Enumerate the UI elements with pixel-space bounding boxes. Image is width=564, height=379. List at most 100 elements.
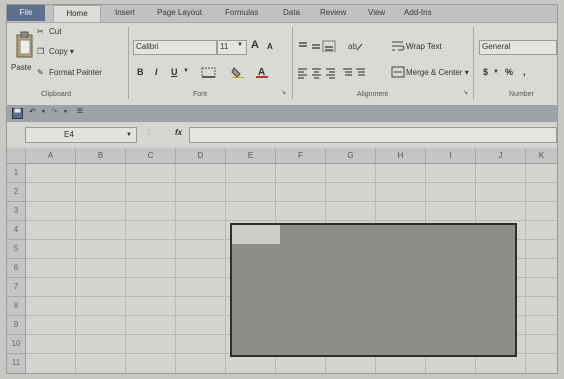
vertical-align-icons[interactable]: [297, 40, 337, 52]
row-header[interactable]: 8: [7, 297, 25, 316]
alignment-group-label: Alignment: [357, 91, 389, 98]
comma-format-button[interactable]: ,: [523, 67, 526, 77]
column-header[interactable]: C: [126, 148, 176, 163]
row-header-bar: 1 2 3 4 5 6 7 8 9 10 11: [7, 164, 26, 373]
format-painter-button[interactable]: Format Painter: [49, 68, 102, 77]
gridline: [26, 201, 557, 202]
font-name-dropdown[interactable]: Calibri: [133, 40, 217, 55]
font-size-dropdown[interactable]: 11 ▼: [217, 40, 247, 55]
quick-access-toolbar: ↶ ▼ ↷ ▼ ≡: [7, 105, 557, 122]
column-header[interactable]: D: [176, 148, 226, 163]
gridline: [175, 164, 176, 373]
column-header[interactable]: E: [226, 148, 276, 163]
chevron-down-icon[interactable]: ▼: [63, 109, 68, 115]
orientation-icon[interactable]: ab: [347, 40, 363, 52]
grow-font-button[interactable]: A: [251, 39, 259, 51]
excel-window: File Home Insert Page Layout Formulas Da…: [6, 4, 558, 374]
currency-format-button[interactable]: $: [483, 67, 488, 77]
row-header[interactable]: 5: [7, 240, 25, 259]
alignment-dialog-launcher-icon[interactable]: ↘: [463, 89, 468, 96]
number-format-dropdown[interactable]: General: [479, 40, 557, 55]
row-header[interactable]: 1: [7, 164, 25, 183]
chevron-down-icon[interactable]: ▼: [493, 69, 499, 75]
tab-page-layout[interactable]: Page Layout: [157, 8, 202, 17]
copy-button[interactable]: Copy ▾: [49, 47, 74, 56]
name-box[interactable]: E4 ▼: [25, 127, 137, 143]
row-header[interactable]: 10: [7, 335, 25, 354]
save-icon[interactable]: [12, 108, 23, 119]
italic-button[interactable]: I: [155, 67, 158, 77]
row-header[interactable]: 2: [7, 183, 25, 202]
clipboard-group-label: Clipboard: [41, 91, 71, 98]
wrap-text-icon[interactable]: [391, 39, 405, 52]
borders-icon[interactable]: [201, 67, 217, 78]
tab-data[interactable]: Data: [283, 8, 300, 17]
tab-view[interactable]: View: [368, 8, 385, 17]
cut-button[interactable]: Cut: [49, 27, 61, 36]
merge-center-button[interactable]: Merge & Center ▾: [406, 68, 469, 77]
group-divider: [292, 27, 293, 99]
chevron-down-icon[interactable]: ▼: [183, 68, 189, 74]
chevron-down-icon[interactable]: ▼: [41, 109, 46, 115]
tab-insert[interactable]: Insert: [115, 8, 135, 17]
name-box-value: E4: [64, 130, 74, 139]
paste-button-label[interactable]: Paste: [11, 63, 31, 72]
percent-format-button[interactable]: %: [505, 67, 513, 77]
gridline: [75, 164, 76, 373]
row-header[interactable]: 3: [7, 202, 25, 221]
column-header[interactable]: A: [26, 148, 76, 163]
gridline: [225, 164, 226, 373]
cut-icon[interactable]: ✂: [37, 27, 44, 36]
wrap-text-button[interactable]: Wrap Text: [406, 42, 442, 51]
tab-review[interactable]: Review: [320, 8, 346, 17]
group-divider: [128, 27, 129, 99]
column-header[interactable]: G: [326, 148, 376, 163]
gridline: [26, 182, 557, 183]
font-group-label: Font: [193, 91, 208, 98]
row-header[interactable]: 11: [7, 354, 25, 372]
active-cell[interactable]: [232, 225, 280, 244]
chevron-down-icon[interactable]: ▼: [126, 128, 132, 142]
column-header[interactable]: K: [526, 148, 557, 163]
gridline: [125, 164, 126, 373]
column-header[interactable]: I: [426, 148, 476, 163]
fill-color-icon[interactable]: [231, 66, 245, 78]
font-size-value: 11: [220, 42, 229, 51]
bold-button[interactable]: B: [137, 67, 144, 77]
tab-file[interactable]: File: [7, 5, 45, 21]
copy-icon[interactable]: ❐: [37, 47, 44, 56]
redo-icon[interactable]: ↷: [51, 107, 58, 116]
gridline: [26, 220, 557, 221]
font-color-icon[interactable]: A: [255, 66, 269, 78]
customize-toolbar-icon[interactable]: ≡: [77, 106, 83, 117]
column-header[interactable]: H: [376, 148, 426, 163]
ribbon-tabs: File Home Insert Page Layout Formulas Da…: [7, 5, 557, 23]
paste-icon[interactable]: [15, 31, 35, 59]
group-divider: [473, 27, 474, 99]
formula-bar: E4 ▼ ⋮ fx: [7, 123, 557, 147]
select-all-corner[interactable]: [7, 148, 26, 163]
row-header[interactable]: 7: [7, 278, 25, 297]
formula-separator-icon: ⋮: [145, 129, 153, 138]
gridline: [525, 164, 526, 373]
column-header[interactable]: B: [76, 148, 126, 163]
shrink-font-button[interactable]: A: [267, 42, 273, 51]
tab-formulas[interactable]: Formulas: [225, 8, 258, 17]
row-header[interactable]: 4: [7, 221, 25, 240]
row-header[interactable]: 9: [7, 316, 25, 335]
undo-icon[interactable]: ↶: [29, 107, 36, 116]
tab-add-ins[interactable]: Add-Ins: [404, 8, 432, 17]
column-header[interactable]: F: [276, 148, 326, 163]
horizontal-align-icons[interactable]: [297, 67, 369, 79]
formula-input[interactable]: [189, 127, 557, 143]
font-dialog-launcher-icon[interactable]: ↘: [281, 89, 286, 96]
underline-button[interactable]: U: [171, 67, 178, 77]
column-header[interactable]: J: [476, 148, 526, 163]
number-format-value: General: [482, 42, 511, 51]
format-painter-icon[interactable]: ✎: [37, 68, 44, 77]
insert-function-button[interactable]: fx: [175, 128, 182, 137]
merge-center-icon[interactable]: [391, 66, 405, 78]
row-header[interactable]: 6: [7, 259, 25, 278]
ribbon-home: Paste ✂ Cut ❐ Copy ▾ ✎ Format Painter Cl…: [7, 22, 557, 106]
tab-home[interactable]: Home: [53, 5, 101, 23]
